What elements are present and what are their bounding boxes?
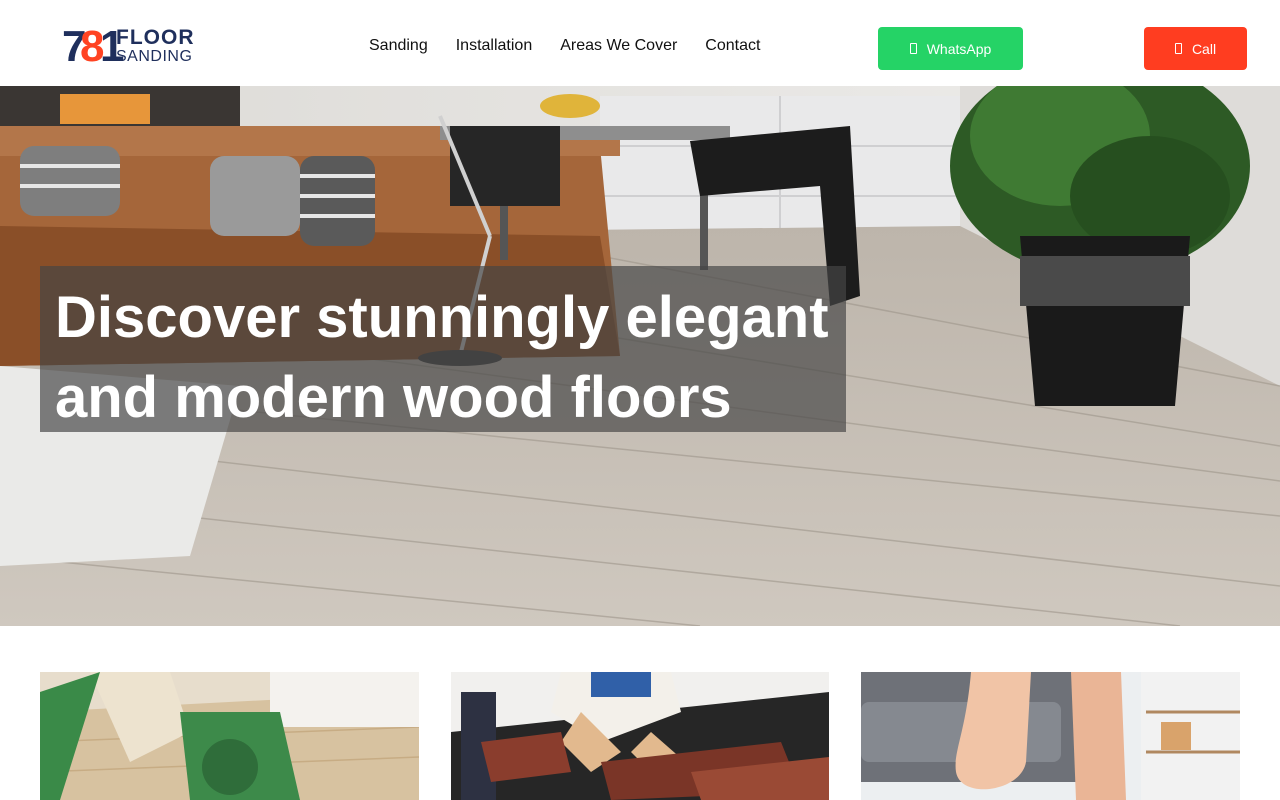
hero-title: Discover stunningly elegant and modern w… [55, 285, 829, 430]
nav-item-contact[interactable]: Contact [705, 36, 760, 58]
whatsapp-button[interactable]: WhatsApp [878, 27, 1023, 70]
main-nav: Sanding Installation Areas We Cover Cont… [369, 36, 760, 58]
call-button[interactable]: Call [1144, 27, 1247, 70]
wood-floor-installation-photo [451, 672, 829, 800]
call-button-label: Call [1191, 40, 1217, 57]
phone-icon [1174, 43, 1182, 54]
logo-number: 7 8 1 [62, 24, 124, 70]
logo-digit-1: 1 [100, 22, 125, 71]
logo-line-floor: FLOOR [116, 26, 195, 49]
nav-item-installation[interactable]: Installation [456, 36, 533, 58]
hero-section: Discover stunningly elegant and modern w… [0, 86, 1280, 626]
site-header: 7 8 1 FLOOR SANDING Sanding Installation… [0, 0, 1280, 86]
service-card-installation[interactable] [451, 672, 829, 800]
whatsapp-button-label: WhatsApp [926, 40, 992, 57]
nav-item-sanding[interactable]: Sanding [369, 36, 428, 58]
service-card-finished-floors[interactable] [861, 672, 1240, 800]
logo-line-sanding: SANDING [116, 48, 193, 65]
phone-icon [909, 43, 917, 54]
logo-text: FLOOR SANDING [116, 26, 195, 66]
service-card-sanding[interactable] [40, 672, 419, 800]
nav-item-areas-we-cover[interactable]: Areas We Cover [560, 36, 677, 58]
logo[interactable]: 7 8 1 FLOOR SANDING [62, 24, 202, 70]
floor-sanding-machine-photo [40, 672, 419, 800]
barefoot-on-wood-floor-photo [861, 672, 1240, 800]
